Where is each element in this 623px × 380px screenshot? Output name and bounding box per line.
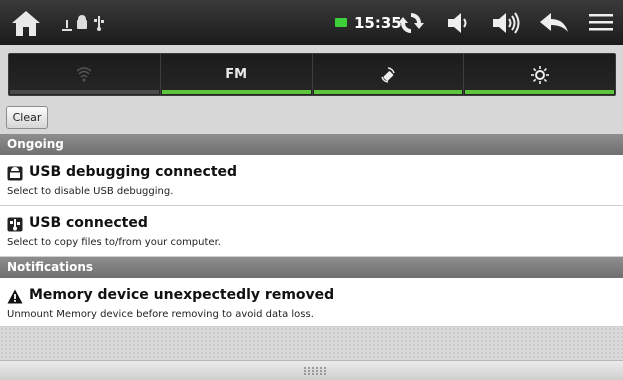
- battery-icon: [335, 18, 347, 27]
- toggle-indicator: [313, 90, 463, 94]
- usb-icon: [7, 217, 23, 232]
- toggle-wifi[interactable]: [9, 54, 161, 95]
- notification-text: Select to disable USB debugging.: [7, 186, 174, 197]
- toggle-fm-label: FM: [225, 67, 248, 82]
- wifi-icon: [77, 66, 92, 81]
- volume-down-icon[interactable]: [443, 8, 475, 38]
- notification-usb-connected[interactable]: USB connected Select to copy files to/fr…: [0, 206, 623, 257]
- warning-small-icon: [62, 20, 72, 31]
- shade-drag-handle[interactable]: [0, 360, 623, 380]
- notification-title: USB debugging connected: [29, 164, 238, 180]
- sync-icon[interactable]: [395, 8, 427, 38]
- quick-settings-bar: FM: [8, 53, 616, 96]
- volume-up-icon[interactable]: [490, 8, 522, 38]
- toggle-indicator: [10, 90, 159, 94]
- toggle-brightness[interactable]: [464, 54, 615, 95]
- android-debug-icon: [7, 166, 23, 181]
- notification-title: Memory device unexpectedly removed: [29, 287, 335, 303]
- android-debug-icon: [77, 15, 87, 29]
- shade-empty-area: [0, 327, 623, 360]
- back-icon[interactable]: [538, 8, 570, 38]
- home-icon[interactable]: [10, 8, 42, 38]
- usb-icon: [94, 16, 104, 31]
- notification-text: Unmount Memory device before removing to…: [7, 309, 314, 320]
- toggle-auto-rotate[interactable]: [312, 54, 465, 95]
- notification-text: Select to copy files to/from your comput…: [7, 237, 221, 248]
- menu-icon[interactable]: [586, 8, 616, 38]
- rotate-icon: [381, 66, 395, 83]
- warning-icon: [7, 289, 23, 304]
- toggle-indicator: [465, 90, 614, 94]
- brightness-icon: [530, 65, 549, 84]
- section-header-ongoing: Ongoing: [0, 134, 623, 155]
- section-header-notifications: Notifications: [0, 257, 623, 278]
- toggle-indicator: [161, 90, 311, 94]
- notification-title: USB connected: [29, 215, 148, 231]
- status-bar: 15:35: [0, 0, 623, 45]
- clear-button[interactable]: Clear: [6, 106, 48, 129]
- grip-icon: [304, 367, 326, 375]
- notification-memory-removed[interactable]: Memory device unexpectedly removed Unmou…: [0, 278, 623, 327]
- notification-usb-debugging[interactable]: USB debugging connected Select to disabl…: [0, 155, 623, 206]
- toggle-fm[interactable]: FM: [160, 54, 313, 95]
